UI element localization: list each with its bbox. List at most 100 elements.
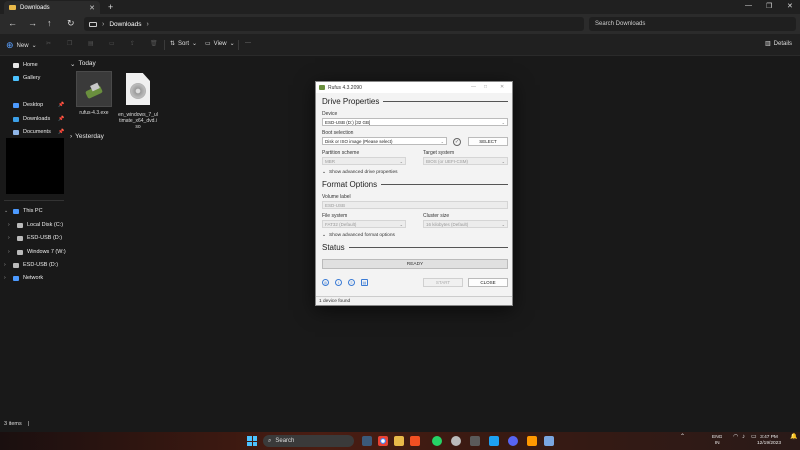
new-tab-button[interactable]: + [108,2,113,12]
sidebar-item-network[interactable]: › Network [4,275,43,281]
cluster-value: 16 kilobytes (Default) [426,221,469,227]
taskbar-search[interactable]: ⌕ Search [263,435,354,447]
details-button[interactable]: ▥ Details [765,40,792,48]
file-item-iso[interactable]: en_windows_7_ultimate_x64_dvd.iso [118,71,158,130]
log-icon[interactable]: ▤ [361,279,368,286]
volume-label-input[interactable]: ESD-USB [322,201,508,209]
language-indicator[interactable]: ENG IN [712,435,722,446]
chevron-down-icon: ⌄ [322,233,327,238]
advanced-format-toggle[interactable]: ⌄ Show advanced format options [322,233,395,238]
close-window-button[interactable]: ✕ [500,84,504,90]
boot-selection-select[interactable]: Disk or ISO image (Please select) ⌄ [322,137,447,145]
sidebar-item-downloads[interactable]: Downloads [4,116,50,122]
wifi-icon[interactable]: ◠ [733,434,738,441]
app-icon[interactable] [527,436,537,446]
search-input[interactable]: Search Downloads [589,17,796,31]
chrome-icon[interactable] [378,436,388,446]
start-button-windows-icon[interactable] [247,436,257,446]
device-select[interactable]: ESD-USB (D:) [32 GB] ⌄ [322,118,508,126]
chevron-down-icon: ⌄ [501,222,505,227]
close-tab-icon[interactable]: ✕ [89,4,95,12]
up-button[interactable]: ↑ [47,18,52,28]
sidebar-item-documents[interactable]: Documents [4,129,51,135]
task-view-icon[interactable] [362,436,372,446]
settings-icon[interactable]: ≡ [348,279,355,286]
taskbar: ⌕ Search ⌃ ENG IN ◠ ♪ ▭ 3:47 PM 12/19/20… [0,432,800,450]
verify-checksum-icon[interactable]: ✓ [453,138,461,146]
search-icon: ⌕ [268,437,272,444]
new-button[interactable]: ⊕ New ⌄ [6,40,37,51]
delete-icon[interactable]: 🗑 [150,40,158,47]
forward-button[interactable]: → [28,18,37,28]
back-button[interactable]: ← [8,18,17,28]
office-icon[interactable] [410,436,420,446]
maximize-button[interactable]: ❐ [766,2,772,10]
select-button[interactable]: SELECT [468,137,508,146]
paste-icon[interactable]: ▤ [88,40,94,47]
share-icon[interactable]: ⇪ [130,40,135,47]
group-header-today[interactable]: ⌄ Today [70,60,96,68]
partition-scheme-select[interactable]: MBR ⌄ [322,157,406,165]
clock[interactable]: 3:47 PM 12/19/2023 [757,435,781,446]
discord-icon[interactable] [508,436,518,446]
sort-button[interactable]: ⇅ Sort ⌄ [170,40,197,48]
usb-drive-icon [17,235,23,241]
group-label: Today [78,60,96,67]
boot-value: Disk or ISO image (Please select) [325,138,393,144]
volume-value: ESD-USB [325,202,346,208]
sidebar-item-label: This PC [23,208,43,214]
sidebar-item-local-disk[interactable]: › Local Disk (C:) [8,222,63,228]
minimize-button[interactable]: — [745,2,752,9]
cluster-size-select[interactable]: 16 kilobytes (Default) ⌄ [423,220,508,228]
sidebar-item-gallery[interactable]: Gallery [4,75,40,81]
show-hidden-icons[interactable]: ⌃ [680,434,685,441]
sidebar-item-esd-usb-2[interactable]: › ESD-USB (D:) [4,262,58,268]
rufus-dialog: Rufus 4.3.2090 — □ ✕ Drive Properties De… [315,81,513,306]
device-label: Device [322,111,338,117]
sidebar-item-desktop[interactable]: Desktop [4,102,43,108]
rename-icon[interactable]: ▭ [109,40,115,47]
sidebar-item-windows7[interactable]: › Windows 7 (W:) [8,249,66,255]
maximize-button[interactable]: □ [484,84,487,90]
folder-icon[interactable] [394,436,404,446]
rufus-pinned-icon[interactable] [544,436,554,446]
status-bar: 3 items | [4,421,29,427]
minimize-button[interactable]: — [471,84,476,90]
tab-downloads[interactable]: Downloads ✕ [4,1,100,14]
notification-bell-icon[interactable]: 🔔 [790,434,797,441]
sidebar-item-home[interactable]: Home [4,62,38,68]
file-system-select[interactable]: FAT32 (Default) ⌄ [322,220,406,228]
more-options-button[interactable]: ··· [245,40,251,46]
globe-icon[interactable]: ◎ [322,279,329,286]
settings-taskbar-icon[interactable] [470,436,480,446]
sidebar-item-this-pc[interactable]: ⌄ This PC [4,208,43,214]
rufus-taskbar-icon[interactable] [451,436,461,446]
address-input[interactable]: › Downloads › [84,17,584,31]
close-button[interactable]: CLOSE [468,278,508,287]
sidebar-item-label: ESD-USB (D:) [23,262,59,268]
sort-label: Sort [178,40,190,47]
pin-icon: 📌 [58,116,65,122]
sidebar-item-esd-usb[interactable]: › ESD-USB (D:) [8,235,62,241]
drive-properties-heading: Drive Properties [322,97,508,106]
whatsapp-icon[interactable] [432,436,442,446]
close-window-button[interactable]: ✕ [787,2,793,10]
volume-icon[interactable]: ♪ [742,434,745,441]
title-bar: Downloads ✕ + — ❐ ✕ [0,0,800,14]
advanced-drive-toggle[interactable]: ⌄ Show advanced drive properties [322,170,398,175]
group-header-yesterday[interactable]: › Yesterday [70,133,104,140]
cut-icon[interactable]: ✂ [46,40,51,47]
drive-icon [17,222,23,228]
app-icon[interactable] [489,436,499,446]
target-system-select[interactable]: BIOS (or UEFI-CSM) ⌄ [423,157,508,165]
start-button[interactable]: START [423,278,463,287]
battery-icon[interactable]: ▭ [751,434,757,441]
breadcrumb-downloads[interactable]: Downloads [109,21,141,28]
info-icon[interactable]: i [335,279,342,286]
copy-icon[interactable]: ❐ [67,40,72,47]
refresh-button[interactable]: ↻ [67,18,75,29]
status-heading: Status [322,243,508,252]
command-bar: ⊕ New ⌄ ✂ ❐ ▤ ▭ ⇪ 🗑 ⇅ Sort ⌄ ▭ View ⌄ ··· ▥… [0,34,800,56]
file-item-rufus[interactable]: rufus-4.3.exe [74,71,114,116]
view-button[interactable]: ▭ View ⌄ [205,40,235,48]
